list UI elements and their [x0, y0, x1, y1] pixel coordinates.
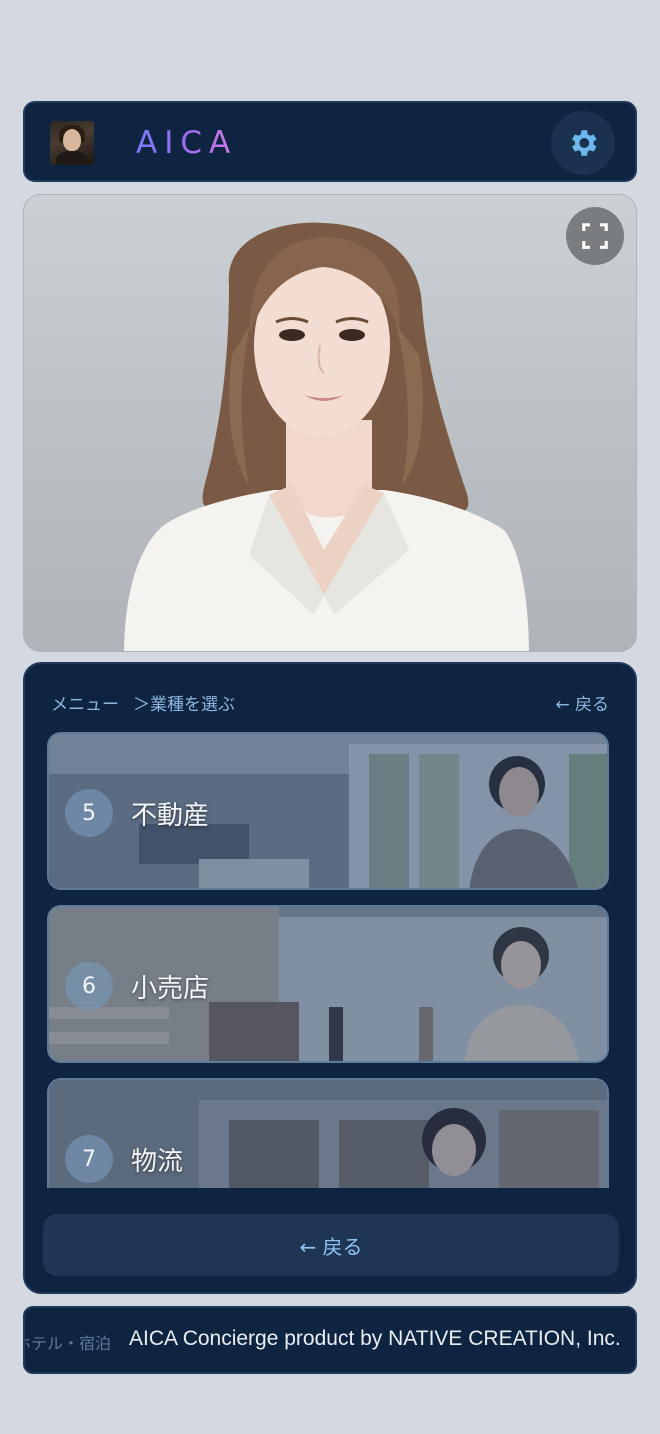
- gear-icon: [572, 130, 597, 156]
- back-link[interactable]: ← 戻る: [555, 690, 609, 715]
- industry-card-list[interactable]: 5 不動産 6 小売店 7 物流: [47, 732, 609, 1188]
- industry-card-retail[interactable]: 6 小売店: [47, 905, 609, 1063]
- item-number: 7: [65, 1135, 113, 1183]
- settings-button[interactable]: [551, 111, 615, 175]
- industry-card-real-estate[interactable]: 5 不動産: [47, 732, 609, 890]
- app-title: AICA: [136, 125, 238, 161]
- item-label: 物流: [131, 1147, 184, 1177]
- fullscreen-button[interactable]: [566, 207, 624, 265]
- footer-ticker: ホテル・宿泊 AICA Concierge product by NATIVE …: [23, 1306, 637, 1374]
- item-label: 小売店: [131, 974, 210, 1004]
- breadcrumb-current: ＞業種を選ぶ: [133, 695, 235, 715]
- item-number: 6: [65, 962, 113, 1010]
- avatar: [50, 121, 94, 165]
- avatar-3d-model: [124, 222, 529, 651]
- avatar-viewer: [23, 194, 637, 652]
- item-label: 不動産: [131, 801, 210, 831]
- industry-card-logistics[interactable]: 7 物流: [47, 1078, 609, 1188]
- ticker-text: AICA Concierge product by NATIVE CREATIO…: [129, 1327, 621, 1350]
- item-number: 5: [65, 789, 113, 837]
- app-header: AICA: [23, 101, 637, 182]
- breadcrumb: メニュー ＞業種を選ぶ: [51, 690, 235, 715]
- industry-menu-panel: メニュー ＞業種を選ぶ ← 戻る 5 不動産 6 小売店 7 物流 ← 戻る: [23, 662, 637, 1294]
- fullscreen-icon: [582, 223, 608, 249]
- back-button[interactable]: ← 戻る: [43, 1214, 619, 1276]
- ticker-previous-text: ホテル・宿泊: [23, 1334, 112, 1353]
- breadcrumb-root[interactable]: メニュー: [51, 695, 119, 715]
